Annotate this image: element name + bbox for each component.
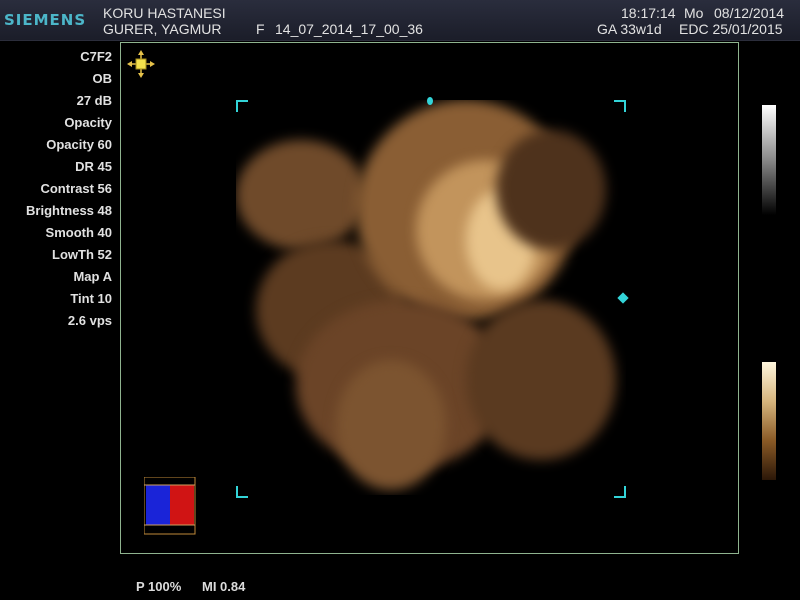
roi-corner-bottom-right [614,486,626,498]
brand-logo: SIEMENS [4,11,87,29]
param-smooth: Smooth 40 [45,225,112,240]
clock-time: 18:17:14 [621,5,676,21]
institution-name: KORU HASTANESI [103,5,226,21]
roi-corner-top-left [236,100,248,112]
param-tint: Tint 10 [70,291,112,306]
edc-date: EDC 25/01/2015 [679,21,783,37]
weekday: Mo [684,5,704,21]
axis-orientation-icon[interactable] [126,50,156,78]
sepia-tint-bar [762,362,776,480]
acoustic-power: P 100% [136,579,182,594]
param-brightness: Brightness 48 [26,203,112,218]
exam-date: 08/12/2014 [714,5,785,21]
param-volume-rate: 2.6 vps [67,313,112,328]
param-mode: Opacity [64,115,112,130]
depth-marker-icon [427,97,433,105]
param-preset: OB [92,71,113,86]
param-contrast: Contrast 56 [40,181,112,196]
param-gain: 27 dB [76,93,112,108]
param-dr: DR 45 [75,159,112,174]
study-id: 14_07_2014_17_00_36 [275,21,423,37]
header-bar: SIEMENS KORU HASTANESI GURER, YAGMUR F 1… [0,0,800,41]
param-map: Map A [73,269,112,284]
grayscale-bar [762,105,776,215]
frequency-mark: F [256,21,265,37]
color-orientation-icon [144,477,196,535]
mechanical-index: MI 0.84 [202,579,246,594]
gestational-age: GA 33w1d [597,21,662,37]
param-opacity: Opacity 60 [46,137,112,152]
patient-name: GURER, YAGMUR [103,21,222,37]
3d-rendering[interactable] [236,100,626,495]
param-lowth: LowTh 52 [52,247,112,262]
roi-corner-bottom-left [236,486,248,498]
param-transducer: C7F2 [80,49,112,64]
roi-corner-top-right [614,100,626,112]
